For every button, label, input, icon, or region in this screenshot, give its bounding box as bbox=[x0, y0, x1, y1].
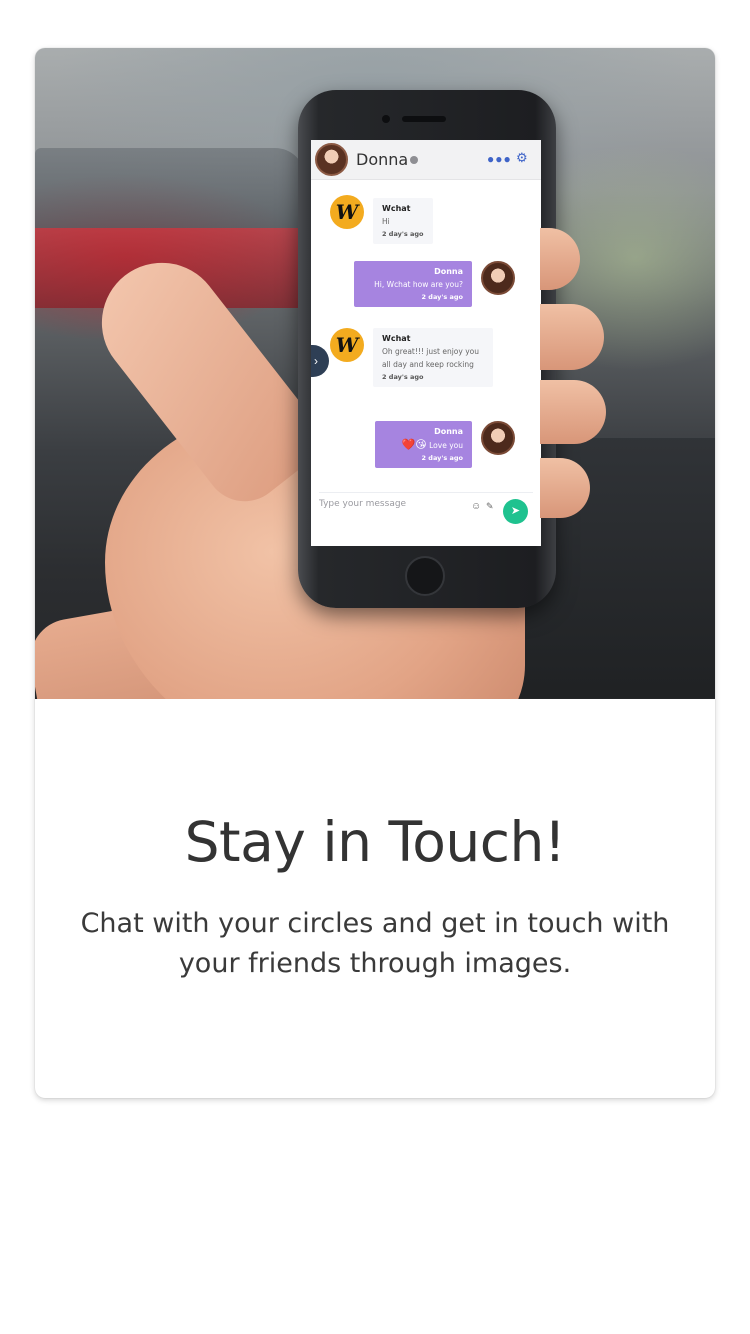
message-text-content: Love you bbox=[429, 441, 463, 450]
hand-finger bbox=[540, 380, 606, 444]
message-sender: Wchat bbox=[382, 204, 411, 213]
message-text: Hi bbox=[382, 217, 390, 226]
donna-avatar bbox=[481, 421, 515, 455]
page-title: Stay in Touch! bbox=[184, 810, 566, 874]
donna-avatar bbox=[481, 261, 515, 295]
contact-avatar bbox=[315, 143, 348, 176]
background-car-window bbox=[35, 148, 305, 228]
paperclip-icon[interactable]: ✎ bbox=[486, 501, 494, 512]
message-time: 2 day's ago bbox=[382, 230, 424, 238]
contact-name: Donna bbox=[356, 150, 409, 169]
send-icon: ➤ bbox=[510, 505, 521, 517]
page-subtitle: Chat with your circles and get in touch … bbox=[80, 908, 670, 979]
message-text: Oh great!!! just enjoy you all day and k… bbox=[382, 347, 479, 369]
message-time: 2 day's ago bbox=[421, 293, 464, 301]
chat-header: Donna ●●● ⚙ bbox=[311, 140, 541, 180]
hand-finger bbox=[540, 304, 604, 370]
phone-camera bbox=[382, 115, 390, 123]
message-sender: Donna bbox=[434, 427, 463, 436]
message-sender: Wchat bbox=[382, 334, 411, 343]
chat-screen: Donna ●●● ⚙ W Wchat Hi 2 day's ago Donna… bbox=[311, 140, 541, 546]
send-button[interactable]: ➤ bbox=[503, 499, 528, 524]
outgoing-message: Donna Hi, Wchat how are you? 2 day's ago bbox=[354, 261, 472, 307]
message-text: Hi, Wchat how are you? bbox=[374, 280, 463, 289]
phone-speaker bbox=[402, 116, 446, 122]
heart-kiss-emoji: ❤️😘 bbox=[401, 438, 427, 451]
message-composer: ☺ ✎ ➤ bbox=[319, 492, 533, 524]
phone-mockup: Donna ●●● ⚙ W Wchat Hi 2 day's ago Donna… bbox=[298, 90, 556, 608]
gear-icon[interactable]: ⚙ bbox=[516, 150, 528, 166]
message-time: 2 day's ago bbox=[421, 454, 464, 462]
message-time: 2 day's ago bbox=[382, 373, 424, 381]
message-sender: Donna bbox=[434, 267, 463, 276]
phone-home-button bbox=[405, 556, 445, 596]
outgoing-message: Donna ❤️😘 Love you 2 day's ago bbox=[375, 421, 472, 468]
incoming-message: Wchat Hi 2 day's ago bbox=[373, 198, 433, 244]
hand-finger bbox=[540, 228, 580, 290]
status-dot bbox=[410, 156, 418, 164]
chevron-right-icon[interactable]: › bbox=[311, 345, 329, 377]
more-icon[interactable]: ●●● bbox=[487, 152, 512, 166]
incoming-message: Wchat Oh great!!! just enjoy you all day… bbox=[373, 328, 493, 387]
wchat-avatar: W bbox=[330, 195, 364, 229]
emoji-icon[interactable]: ☺ bbox=[471, 501, 481, 512]
wchat-avatar: W bbox=[330, 328, 364, 362]
hero-photo: Donna ●●● ⚙ W Wchat Hi 2 day's ago Donna… bbox=[35, 48, 715, 699]
message-text: ❤️😘 Love you bbox=[384, 438, 463, 452]
message-input[interactable] bbox=[319, 499, 459, 509]
onboarding-card: Donna ●●● ⚙ W Wchat Hi 2 day's ago Donna… bbox=[35, 48, 715, 1098]
